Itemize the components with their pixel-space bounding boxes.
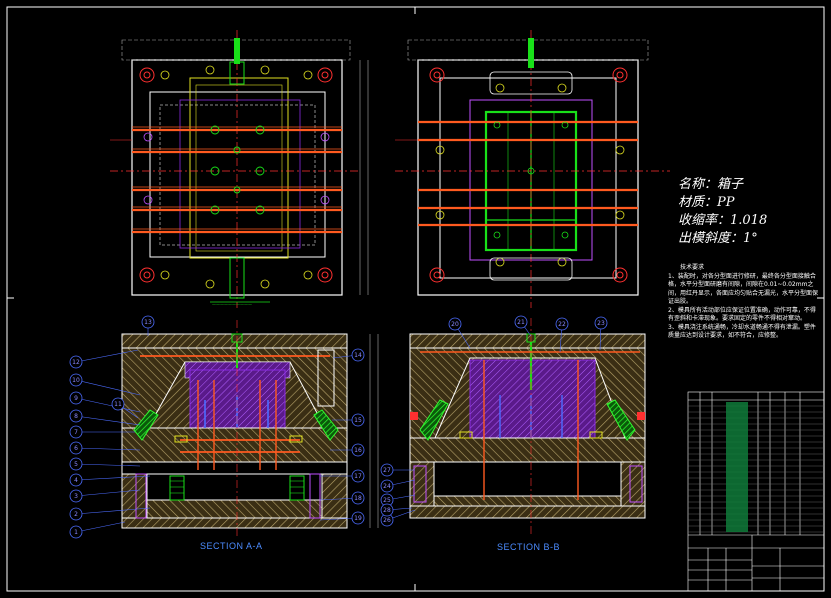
section-a-a <box>121 320 379 536</box>
part-balloon: 16 <box>351 443 365 457</box>
notes-title: 技术要求 <box>680 264 705 271</box>
part-balloon: 15 <box>351 413 365 427</box>
balloon-number: 15 <box>354 417 362 424</box>
balloon-number: 16 <box>354 447 362 454</box>
part-balloon: 28 <box>380 503 394 517</box>
balloon-number: 12 <box>72 359 80 366</box>
balloon-number: 21 <box>517 319 525 326</box>
part-material: 材质：PP <box>678 195 735 210</box>
balloon-number: 17 <box>354 473 362 480</box>
title-block <box>687 391 825 592</box>
leader-line <box>75 463 141 467</box>
balloon-number: 7 <box>74 429 78 436</box>
balloon-number: 22 <box>558 321 566 328</box>
balloon-number: 6 <box>74 445 78 452</box>
part-balloon: 24 <box>380 479 394 493</box>
balloon-number: 20 <box>451 321 459 328</box>
balloon-number: 8 <box>74 413 78 420</box>
part-name: 名称：箱子 <box>678 177 744 192</box>
part-spec: 名称：箱子 材质：PP 收缩率：1.018 出模斜度：1° <box>678 176 767 248</box>
section-a-label: SECTION A-A <box>200 541 263 551</box>
balloon-number: 11 <box>114 401 122 408</box>
parts-list-highlight <box>726 402 748 532</box>
notes-line-1: 1、装配时，对各分型面进行修研，最终各分型面接触合格，水平分型面研磨有间隙，间隙… <box>668 272 819 306</box>
part-balloon: 12 <box>69 355 83 369</box>
balloon-number: 5 <box>74 461 78 468</box>
balloon-number: 3 <box>74 493 78 500</box>
notes-line-3: 3、模具浇注系统通畅，冷却水道畅通不得有泄漏。塑件质量应达到设计要求，如不符合，… <box>668 323 816 340</box>
part-balloon: 10 <box>69 373 83 387</box>
shrink-rate: 收缩率：1.018 <box>678 213 768 228</box>
part-balloon: 19 <box>351 511 365 525</box>
draft-angle: 出模斜度：1° <box>678 231 758 246</box>
part-balloon: 18 <box>351 491 365 505</box>
balloon-number: 2 <box>74 511 78 518</box>
part-balloon: 1 <box>69 525 83 539</box>
balloon-number: 18 <box>354 495 362 502</box>
technical-requirements: 技术要求 1、装配时，对各分型面进行修研，最终各分型面接触合格，水平分型面研磨有… <box>668 264 818 341</box>
part-balloon: 8 <box>69 409 83 423</box>
balloon-number: 1 <box>74 529 78 536</box>
parts-list <box>688 405 824 533</box>
part-balloon: 7 <box>69 425 83 439</box>
balloon-number: 25 <box>383 497 391 504</box>
balloon-number: 9 <box>74 395 78 402</box>
balloon-number: 24 <box>383 483 391 490</box>
part-balloon: 17 <box>351 469 365 483</box>
part-balloon: 27 <box>380 463 394 477</box>
balloon-number: 19 <box>354 515 362 522</box>
leader-line <box>75 521 126 533</box>
part-balloon: 13 <box>141 315 155 329</box>
part-balloon: 20 <box>448 317 462 331</box>
part-balloon: 3 <box>69 489 83 503</box>
part-balloon: 6 <box>69 441 83 455</box>
part-balloon: 4 <box>69 473 83 487</box>
part-balloon: 2 <box>69 507 83 521</box>
part-balloon: 9 <box>69 391 83 405</box>
notes-line-2: 2、模具所有活动部位应保证位置准确，动作可靠，不得有歪斜和卡滞现象。要求固定的零… <box>668 306 816 323</box>
balloon-number: 10 <box>72 377 80 384</box>
balloon-number: 23 <box>597 320 605 327</box>
part-balloon: 14 <box>351 348 365 362</box>
balloon-number: 26 <box>383 517 391 524</box>
part-balloon: 21 <box>514 315 528 329</box>
balloon-number: 27 <box>383 467 391 474</box>
balloon-number: 4 <box>74 477 78 484</box>
balloon-number: 28 <box>383 507 391 514</box>
plan-view-right <box>395 30 670 308</box>
part-balloon: 22 <box>555 317 569 331</box>
section-b-label: SECTION B-B <box>497 542 561 552</box>
plan-view-left: —————————— <box>110 30 369 308</box>
balloon-number: 14 <box>354 352 362 359</box>
part-balloon: 11 <box>111 397 125 411</box>
part-balloon: 5 <box>69 457 83 471</box>
balloon-number: 13 <box>144 319 152 326</box>
section-b-b <box>409 318 646 536</box>
part-balloon: 23 <box>594 316 608 330</box>
plan-note: —————————— <box>212 302 252 307</box>
